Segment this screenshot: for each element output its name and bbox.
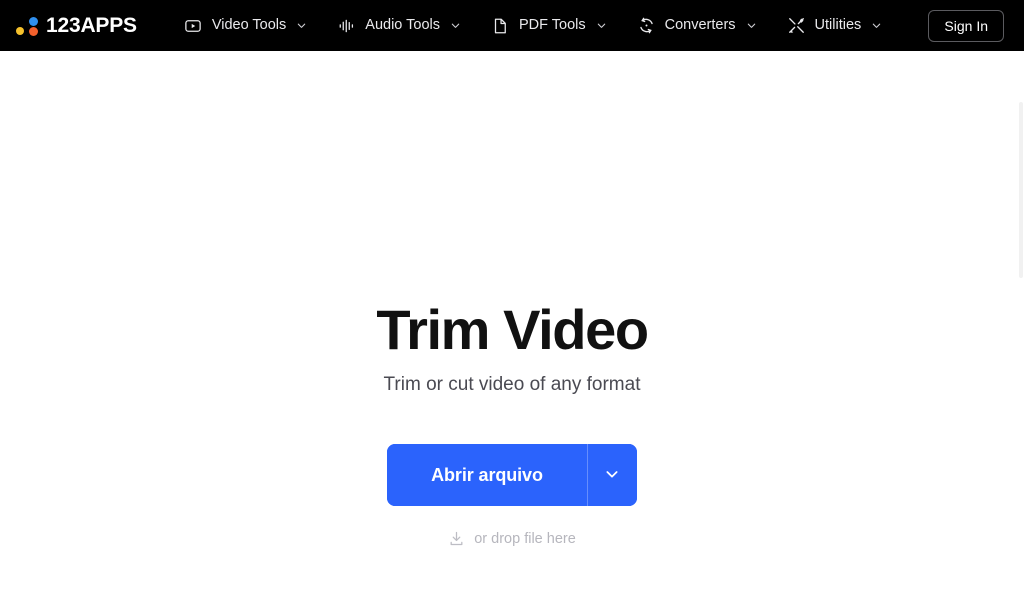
chevron-down-icon [871, 20, 882, 31]
nav-item-label: Converters [664, 17, 736, 34]
chevron-down-icon [296, 20, 307, 31]
logo-dot-yellow-icon [16, 26, 24, 35]
site-header: 123APPS Video Tools Audio Tools PDF Tool… [0, 0, 1024, 51]
refresh-circle-icon [637, 16, 656, 35]
crossed-tools-icon [787, 16, 806, 35]
open-file-button[interactable]: Abrir arquivo [387, 444, 587, 507]
logo-123apps[interactable]: 123APPS [8, 15, 145, 37]
video-play-icon [184, 16, 203, 35]
page-title: Trim Video [376, 298, 649, 361]
logo-dots-icon [16, 15, 38, 37]
open-file-dropdown-button[interactable] [587, 444, 637, 507]
logo-dot-orange-icon [29, 26, 38, 36]
page-subtitle: Trim or cut video of any format [383, 373, 641, 395]
nav-item-label: Audio Tools [365, 17, 440, 34]
nav-item-pdf-tools[interactable]: PDF Tools [478, 8, 620, 43]
drop-file-hint-label: or drop file here [474, 530, 576, 547]
chevron-down-icon [450, 20, 461, 31]
nav-item-label: Utilities [814, 17, 862, 34]
page-scrollbar[interactable] [1017, 102, 1024, 590]
nav-item-label: Video Tools [211, 17, 287, 34]
open-file-button-group: Abrir arquivo [387, 444, 637, 507]
nav-item-audio-tools[interactable]: Audio Tools [324, 8, 474, 43]
main-content: Trim Video Trim or cut video of any form… [0, 51, 1024, 590]
chevron-down-icon [596, 20, 607, 31]
nav-item-utilities[interactable]: Utilities [774, 8, 896, 43]
sign-in-button[interactable]: Sign In [928, 9, 1004, 42]
scrollbar-thumb[interactable] [1019, 102, 1023, 278]
drop-file-hint[interactable]: or drop file here [448, 530, 576, 547]
audio-waveform-icon [337, 16, 356, 35]
main-navigation: Video Tools Audio Tools PDF Tools Conver… [171, 8, 895, 43]
chevron-down-icon [746, 20, 757, 31]
nav-item-label: PDF Tools [518, 17, 586, 34]
nav-item-video-tools[interactable]: Video Tools [171, 8, 320, 43]
logo-text: 123APPS [46, 14, 137, 37]
chevron-down-icon [604, 466, 620, 485]
logo-dot-blue-icon [29, 16, 38, 26]
document-page-icon [491, 16, 510, 35]
download-icon [448, 530, 465, 547]
nav-item-converters[interactable]: Converters [624, 8, 770, 43]
